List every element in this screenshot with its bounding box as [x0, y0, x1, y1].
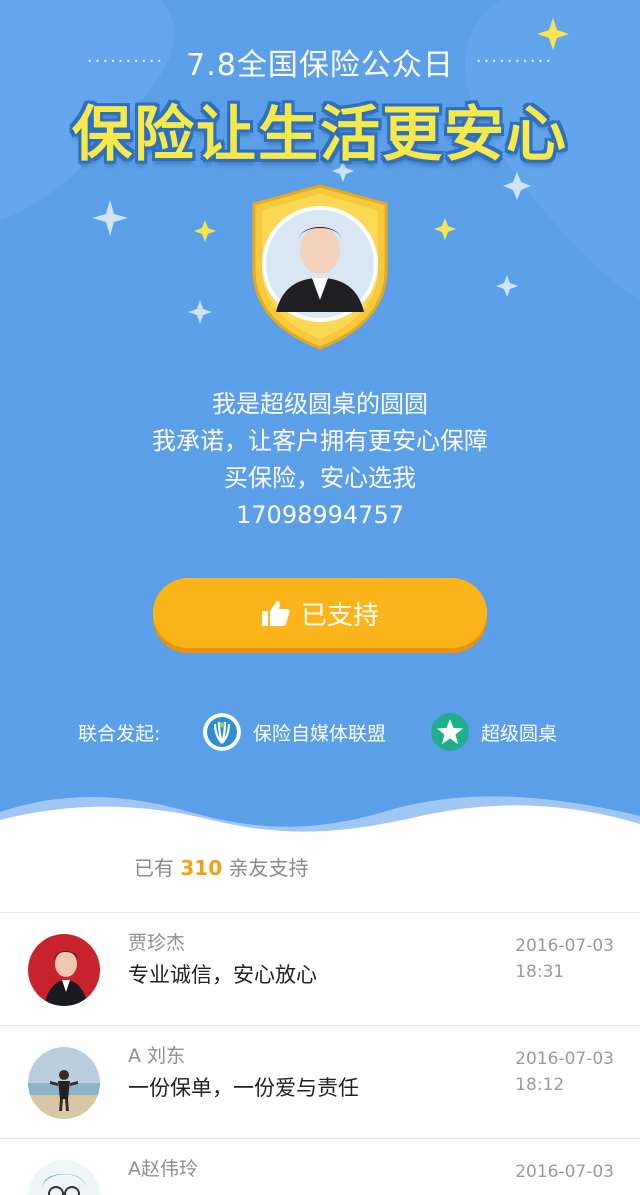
- star-logo-icon: [431, 713, 469, 751]
- timestamp: 2016-07-03 18:12: [515, 1046, 614, 1098]
- supporter-name: A赵伟玲: [128, 1158, 198, 1180]
- dotted-divider-left: ··········: [86, 51, 165, 72]
- avatar: [28, 934, 100, 1006]
- sponsor-super-round-table[interactable]: 超级圆桌: [431, 713, 557, 751]
- shield-avatar-badge: [252, 184, 388, 350]
- support-button-label: 已支持: [300, 600, 379, 631]
- time: 18:31: [515, 962, 565, 982]
- pledge-line: 我承诺，让客户拥有更安心保障: [152, 427, 488, 455]
- date: 2016-07-03: [515, 1162, 614, 1182]
- hero-banner: ·········· 7.8全国保险公众日 ·········· 保险让生活更安…: [0, 0, 640, 840]
- phone-number: 17098994757: [236, 501, 404, 529]
- supporter-name: A 刘东: [128, 1045, 186, 1067]
- list-item[interactable]: A赵伟玲 2016-07-03: [0, 1139, 640, 1195]
- sponsor-alliance[interactable]: 保险自媒体联盟: [203, 713, 386, 751]
- dotted-divider-right: ··········: [475, 51, 554, 72]
- avatar: [28, 1160, 100, 1195]
- supporter-message: 一份保单，一份爱与责任: [128, 1076, 359, 1100]
- thumbs-up-icon: [261, 600, 290, 626]
- event-subtitle-row: ·········· 7.8全国保险公众日 ··········: [0, 42, 640, 83]
- support-button[interactable]: 已支持: [153, 578, 487, 648]
- sponsor-name: 超级圆桌: [481, 722, 558, 745]
- date: 2016-07-03: [515, 1049, 614, 1069]
- pledge-line: 买保险，安心选我: [224, 464, 416, 492]
- wave-divider: [0, 796, 640, 840]
- count-prefix: 已有: [134, 856, 174, 880]
- supporter-message: 专业诚信，安心放心: [128, 963, 317, 987]
- sponsors-label: 联合发起:: [78, 722, 161, 745]
- date: 2016-07-03: [515, 936, 614, 956]
- timestamp: 2016-07-03: [515, 1159, 614, 1185]
- time: 18:12: [515, 1075, 565, 1095]
- page-title: 保险让生活更安心: [72, 100, 568, 170]
- avatar: [28, 1047, 100, 1119]
- supporter-name: 贾珍杰: [128, 932, 186, 954]
- sponsor-name: 保险自媒体联盟: [253, 722, 387, 745]
- pledge-text: 我是超级圆桌的圆圆 我承诺，让客户拥有更安心保障 买保险，安心选我 170989…: [0, 386, 640, 534]
- count-suffix: 亲友支持: [228, 856, 309, 880]
- timestamp: 2016-07-03 18:31: [515, 933, 614, 985]
- count-number: 310: [180, 856, 223, 880]
- alliance-logo-icon: [203, 713, 241, 751]
- supporters-count: 已有 310 亲友支持: [134, 852, 308, 881]
- list-item[interactable]: 贾珍杰 专业诚信，安心放心 2016-07-03 18:31: [0, 913, 640, 1025]
- list-item[interactable]: A 刘东 一份保单，一份爱与责任 2016-07-03 18:12: [0, 1026, 640, 1138]
- pledge-line: 我是超级圆桌的圆圆: [212, 390, 428, 418]
- sponsors-row: 联合发起: 保险自媒体联盟 超级圆桌: [0, 710, 640, 754]
- event-subtitle: 7.8全国保险公众日: [186, 48, 454, 83]
